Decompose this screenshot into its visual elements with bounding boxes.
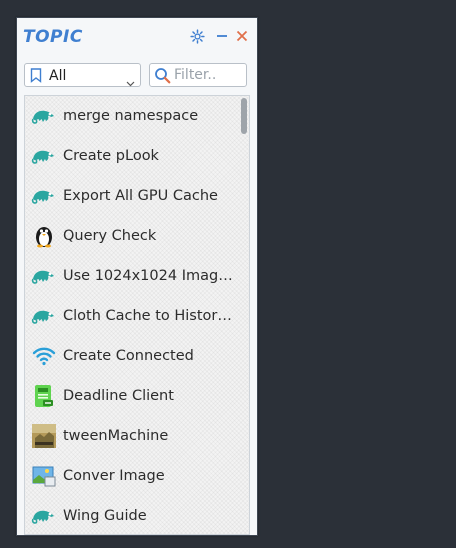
list-item-create-plook[interactable]: Create pLook bbox=[25, 136, 237, 176]
app-logo: TOPIC bbox=[23, 26, 85, 48]
list-item-label: Use 1024x1024 Image for... bbox=[63, 268, 233, 284]
svg-text:TOPIC: TOPIC bbox=[23, 27, 83, 46]
chameleon-icon bbox=[31, 143, 57, 169]
filter-search-box[interactable] bbox=[149, 63, 247, 87]
minimize-button[interactable] bbox=[214, 28, 230, 44]
penguin-icon bbox=[31, 223, 57, 249]
list-item-label: Query Check bbox=[63, 228, 157, 244]
scrollbar-thumb[interactable] bbox=[241, 98, 247, 134]
list-item-label: Deadline Client bbox=[63, 388, 174, 404]
settings-gear-icon[interactable] bbox=[189, 28, 205, 44]
deadline-icon bbox=[31, 383, 57, 409]
list-item-label: Create pLook bbox=[63, 148, 159, 164]
list-item-label: Export All GPU Cache bbox=[63, 188, 218, 204]
wifi-icon bbox=[31, 343, 57, 369]
list-item-export-gpu-cache[interactable]: Export All GPU Cache bbox=[25, 176, 237, 216]
tool-list[interactable]: merge namespace Create pLook Export All … bbox=[24, 95, 250, 535]
search-icon bbox=[154, 67, 171, 88]
list-item-label: Cloth Cache to History... bbox=[63, 308, 233, 324]
list-item-label: Wing Guide bbox=[63, 508, 147, 524]
filter-toolbar: All bbox=[24, 63, 250, 89]
tweenmachine-icon bbox=[31, 423, 57, 449]
category-dropdown-value: All bbox=[49, 68, 67, 84]
chameleon-icon bbox=[31, 503, 57, 529]
image-icon bbox=[31, 463, 57, 489]
chevron-down-icon bbox=[126, 72, 135, 91]
list-item-deadline-client[interactable]: Deadline Client bbox=[25, 376, 237, 416]
list-item-label: Conver Image bbox=[63, 468, 165, 484]
chameleon-icon bbox=[31, 263, 57, 289]
close-button[interactable] bbox=[234, 28, 250, 44]
chameleon-icon bbox=[31, 303, 57, 329]
list-item-merge-namespace[interactable]: merge namespace bbox=[25, 96, 237, 136]
list-item-tweenmachine[interactable]: tweenMachine bbox=[25, 416, 237, 456]
list-item-label: tweenMachine bbox=[63, 428, 169, 444]
list-item-label: Create Connected bbox=[63, 348, 194, 364]
list-item-use-1024-image[interactable]: Use 1024x1024 Image for... bbox=[25, 256, 237, 296]
filter-input[interactable] bbox=[174, 66, 242, 84]
list-item-cloth-cache[interactable]: Cloth Cache to History... bbox=[25, 296, 237, 336]
list-item-wing-guide[interactable]: Wing Guide bbox=[25, 496, 237, 534]
list-item-create-connected[interactable]: Create Connected bbox=[25, 336, 237, 376]
bookmark-icon bbox=[30, 68, 42, 87]
tool-panel: TOPIC All Filter.. merge namespace Creat… bbox=[16, 17, 258, 536]
list-item-query-check[interactable]: Query Check bbox=[25, 216, 237, 256]
title-bar[interactable]: TOPIC bbox=[17, 18, 257, 58]
list-item-conver-image[interactable]: Conver Image bbox=[25, 456, 237, 496]
list-item-label: merge namespace bbox=[63, 108, 199, 124]
category-dropdown[interactable]: All bbox=[24, 63, 141, 87]
chameleon-icon bbox=[31, 103, 57, 129]
chameleon-icon bbox=[31, 183, 57, 209]
